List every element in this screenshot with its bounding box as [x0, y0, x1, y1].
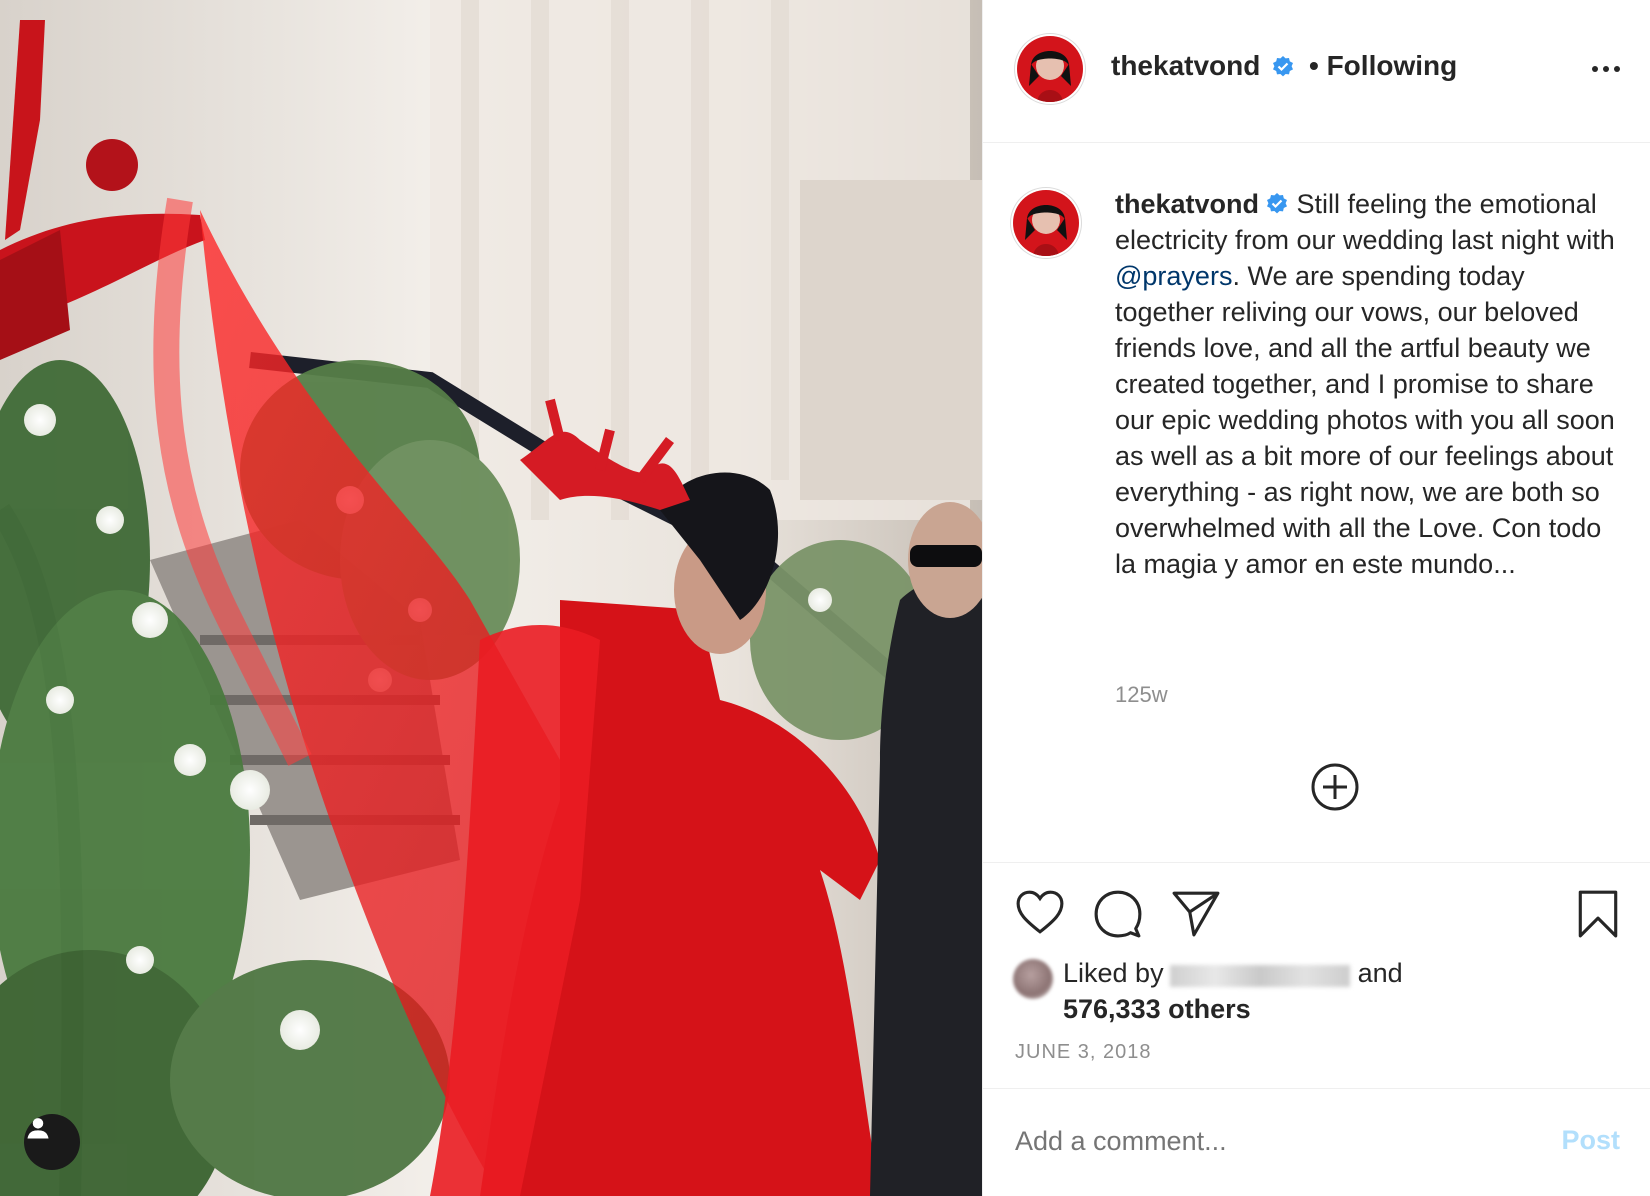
liker-name-blurred[interactable] [1169, 964, 1350, 987]
heart-icon[interactable] [1015, 889, 1065, 935]
header-username[interactable]: thekatvond [1111, 50, 1260, 82]
more-options-icon[interactable] [1592, 66, 1620, 72]
likes-count[interactable]: 576,333 others [1063, 991, 1251, 1027]
share-icon[interactable] [1171, 889, 1221, 937]
profile-picture [1017, 36, 1083, 102]
post-date[interactable]: JUNE 3, 2018 [1015, 1041, 1152, 1064]
user-tag-icon [27, 1118, 49, 1139]
liked-by-label: Liked by [1063, 958, 1164, 988]
post-container: thekatvond • Following thekatvond Still … [0, 0, 1650, 1196]
photo-illustration [0, 0, 982, 1196]
caption-section: thekatvond Still feeling the emotional e… [983, 142, 1650, 862]
post-age[interactable]: 125w [1115, 682, 1168, 708]
avatar[interactable] [1017, 36, 1083, 102]
comment-input[interactable] [1013, 1125, 1497, 1158]
bookmark-icon[interactable] [1576, 889, 1620, 939]
post-actions: Liked by and 576,333 others JUNE 3, 2018 [983, 862, 1650, 1089]
caption-body-2: . We are spending today together relivin… [1115, 261, 1615, 579]
post-sidebar: thekatvond • Following thekatvond Still … [982, 0, 1650, 1196]
mention-link[interactable]: @prayers [1115, 261, 1232, 291]
caption-text: thekatvond Still feeling the emotional e… [1115, 186, 1615, 582]
following-button[interactable]: • Following [1309, 50, 1457, 82]
comment-box: Post [983, 1088, 1650, 1196]
caption-avatar[interactable] [1013, 190, 1079, 256]
liker-avatar[interactable] [1013, 959, 1053, 999]
profile-picture [1013, 190, 1079, 256]
action-icons [1015, 889, 1221, 939]
post-header: thekatvond • Following [983, 0, 1650, 143]
load-more-comments-button[interactable] [1310, 762, 1360, 817]
add-circle-icon [1311, 763, 1359, 811]
user-tag-button[interactable] [24, 1114, 80, 1170]
caption-username[interactable]: thekatvond [1115, 189, 1259, 219]
post-photo[interactable] [0, 0, 982, 1196]
comment-icon[interactable] [1093, 889, 1143, 939]
verified-badge-icon [1267, 193, 1288, 214]
liked-and-label: and [1357, 958, 1403, 988]
post-comment-button[interactable]: Post [1561, 1125, 1620, 1156]
verified-badge-icon [1273, 56, 1293, 77]
